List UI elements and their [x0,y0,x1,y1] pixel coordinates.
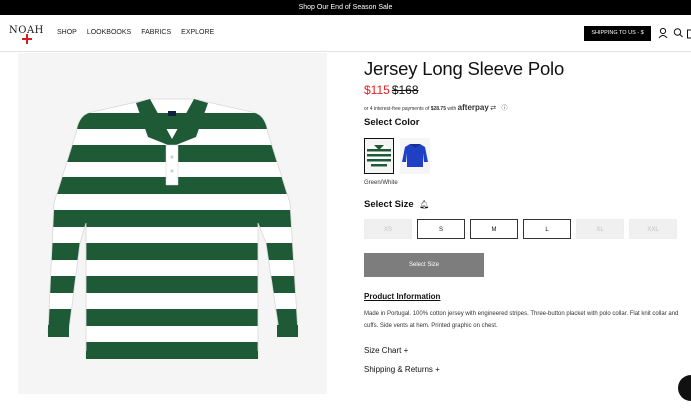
promo-banner[interactable]: Shop Our End of Season Sale [0,0,691,15]
product-title: Jersey Long Sleeve Polo [364,58,565,79]
search-icon[interactable] [673,27,683,39]
original-price: $168 [391,83,419,97]
color-swatch-green-white[interactable] [364,138,394,174]
shipping-region-button[interactable]: SHIPPING TO US - $ [584,26,651,41]
size-xs[interactable]: XS [364,219,412,239]
afterpay-with: with [446,106,458,112]
size-chart-toggle[interactable]: Size Chart + [364,346,408,355]
shirt-stripes [48,99,298,358]
select-size-button[interactable]: Select Size [364,253,484,277]
product-description: Made in Portugal. 100% cotton jersey wit… [364,311,679,329]
size-m[interactable]: M [470,219,518,239]
main-menu: SHOP LOOKBOOKS FABRICS EXPLORE [57,29,214,36]
color-swatch-blue[interactable] [400,138,430,174]
sale-price: $115 [364,83,390,97]
afterpay-logo: afterpay [457,103,489,112]
size-options: XS S M L XL XXL [364,219,677,239]
select-size-label: Select Size 🔔︎ [364,199,429,210]
size-xxl[interactable]: XXL [629,219,677,239]
site-header: NOAH SHOP LOOKBOOKS FABRICS EXPLORE SHIP… [0,15,691,52]
product-information-heading[interactable]: Product Information [364,292,440,301]
size-l[interactable]: L [523,219,571,239]
price: $115 $168 [364,83,419,97]
size-xl[interactable]: XL [576,219,624,239]
select-size-text: Select Size [364,199,414,210]
afterpay-arrows-icon: ⇄ [490,105,497,112]
size-s[interactable]: S [417,219,465,239]
cart-icon[interactable] [687,27,691,39]
afterpay-amount: $28.75 [430,106,446,112]
afterpay-prefix: or 4 interest-free payments of [364,106,431,112]
logo-cross-icon [22,34,32,44]
info-icon[interactable]: ⓘ [501,106,507,112]
select-color-label: Select Color [364,117,420,128]
selected-color-name: Green/White [364,180,398,186]
polo-shirt-image [47,98,299,359]
menu-item-lookbooks[interactable]: LOOKBOOKS [87,29,131,36]
noah-logo[interactable]: NOAH [9,25,47,45]
afterpay-message: or 4 interest-free payments of $28.75 wi… [364,103,507,112]
menu-item-explore[interactable]: EXPLORE [181,29,214,36]
menu-item-fabrics[interactable]: FABRICS [141,29,171,36]
bell-icon[interactable]: 🔔︎ [419,200,429,209]
chat-widget-icon[interactable] [678,375,691,401]
user-icon[interactable] [658,27,668,39]
shipping-returns-toggle[interactable]: Shipping & Returns + [364,365,440,374]
menu-item-shop[interactable]: SHOP [57,29,77,36]
product-image[interactable] [18,53,327,394]
